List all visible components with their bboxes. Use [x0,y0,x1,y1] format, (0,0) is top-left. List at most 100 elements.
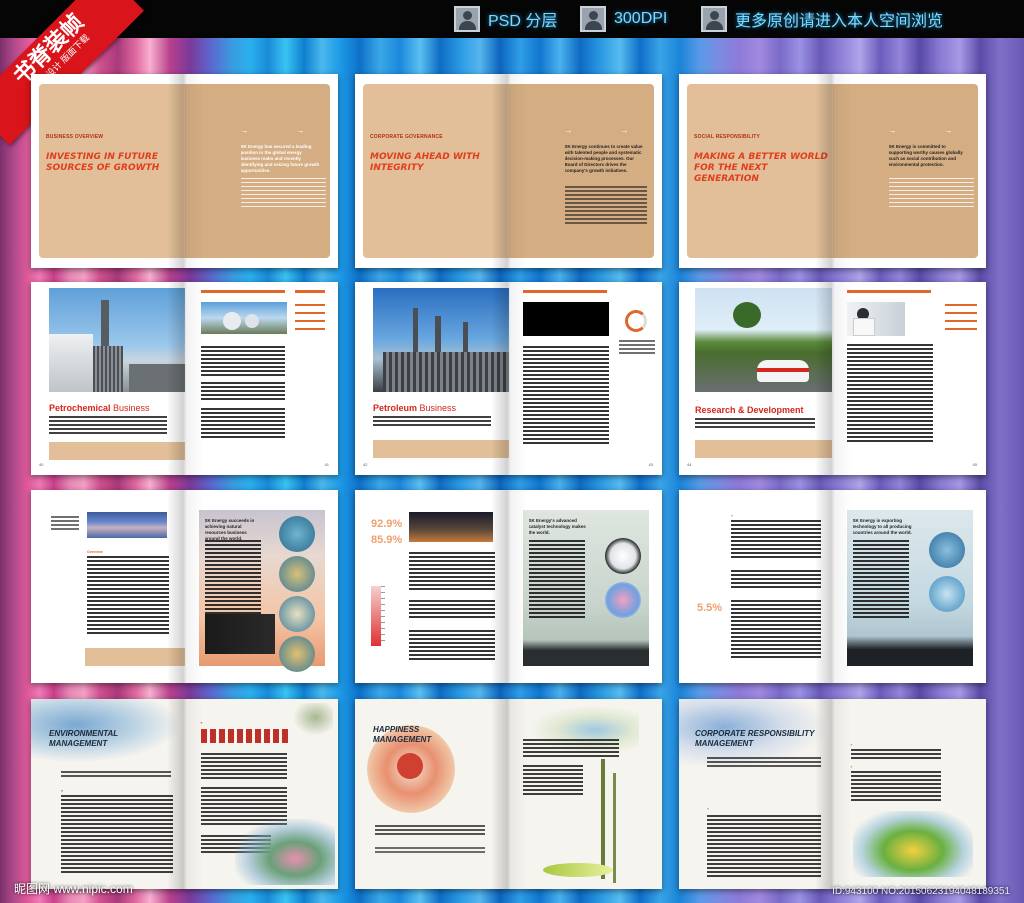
left-page: » 5.5% [679,490,833,683]
spread-corporate-governance[interactable]: CORPORATE GOVERNANCE MOVING AHEAD WITH I… [355,74,662,268]
info-item-psd: PSD 分层 [454,4,557,34]
catalyst-panel: SK Energy's advanced catalyst technology… [522,510,649,666]
right-page: → → SK Energy continues to create value … [508,74,663,268]
tan-footer-bar [695,440,832,458]
spread-research-development[interactable]: → Research & Development 44 45 [679,282,986,475]
branch-illustration [288,703,333,739]
arrow-icon: → [944,126,953,135]
right-page [509,699,663,889]
spread-social-responsibility[interactable]: SOCIAL RESPONSIBILITY MAKING A BETTER WO… [679,74,986,268]
info-item-more[interactable]: 更多原创请进入本人空间浏览 [701,4,943,34]
kicker: SOCIAL RESPONSIBILITY [694,134,761,140]
right-page: SK Energy is exporting technology to all… [833,490,987,683]
kicker: CORPORATE GOVERNANCE [370,134,443,140]
subheading: » [200,721,203,725]
black-image-box [522,302,609,336]
top-info-bar: PSD 分层 300DPI 更多原创请进入本人空间浏览 [0,0,1024,38]
donut-chart-icon [624,310,647,332]
night-city-photo [409,512,493,542]
rig-silhouette [204,614,275,654]
arrow-icon: → [695,398,699,402]
spread-petroleum[interactable]: → Petroleum Business 42 43 [355,282,662,475]
left-page: → Research & Development 44 [679,282,833,475]
info-label: 300DPI [614,10,668,27]
arrow-icon: → [373,398,377,402]
right-page: » [185,699,339,889]
fan-icon [397,753,423,779]
map-circle [278,516,315,552]
map-circle [278,636,315,672]
subheading: » [61,789,63,793]
leaf-illustration [542,863,613,877]
arrow-icon: → [620,126,629,135]
spread-petrochemical[interactable]: → Petrochemical Business 40 41 [31,282,338,475]
lead-text: SK Energy succeeds in achieving natural … [204,518,255,541]
spread-catalyst-technology[interactable]: 92.9% 85.9% SK Energy's advanced catalys… [355,490,662,683]
spread-technology-export[interactable]: » 5.5% SK Energy is exporting technology… [679,490,986,683]
refinery-photo [373,288,509,392]
page-number: 42 [363,462,368,467]
section-title: Petroleum Business [373,403,457,413]
lead-text: SK Energy continues to create value with… [564,144,643,173]
tan-footer-bar [49,442,185,460]
right-page: 43 [509,282,663,475]
left-page: CORPORATE RESPONSIBILITY MANAGEMENT » [679,699,833,889]
section-title: Research & Development [695,405,804,415]
headline: ENVIRONMENTAL MANAGEMENT [49,729,119,748]
data-table [200,729,289,743]
lead-text: SK Energy is exporting technology to all… [852,518,912,535]
right-page: SK Energy's advanced catalyst technology… [509,490,663,683]
right-page: → → SK Energy has secured a leading posi… [184,74,339,268]
lead-text: SK Energy's advanced catalyst technology… [528,518,586,535]
arrow-icon: → [240,126,249,135]
info-label: PSD 分层 [488,13,558,30]
map-circle [278,596,315,632]
user-avatar-icon [454,6,480,32]
globe-circle [928,532,965,568]
arrow-icon: → [49,398,53,402]
coast-photo [87,512,167,538]
skyline-silhouette [522,640,649,666]
skyline-silhouette [846,636,973,666]
tan-footer-bar [373,440,509,458]
headline: MAKING A BETTER WORLD FOR THE NEXT GENER… [694,152,828,184]
section-title: Petrochemical Business [49,403,150,413]
left-page: Overview [31,490,185,683]
stat-value: 92.9% [371,518,403,530]
left-page: ENVIRONMENTAL MANAGEMENT » [31,699,185,889]
export-panel: SK Energy is exporting technology to all… [846,510,973,666]
lab-photo [846,302,905,336]
page-number: 45 [972,462,977,467]
kicker: BUSINESS OVERVIEW [46,134,104,140]
spread-business-overview[interactable]: BUSINESS OVERVIEW INVESTING IN FUTURE SO… [31,74,338,268]
headline: INVESTING IN FUTURE SOURCES OF GROWTH [46,152,160,173]
oil-rig-panel: SK Energy succeeds in achieving natural … [198,510,325,672]
flower-field-illustration [852,811,973,877]
subheading: Overview [87,550,103,554]
page-number: 43 [648,462,653,467]
left-page: CORPORATE GOVERNANCE MOVING AHEAD WITH I… [355,74,509,268]
right-page: SK Energy succeeds in achieving natural … [185,490,339,683]
spread-happiness-management[interactable]: HAPPINESS MANAGEMENT [355,699,662,889]
lead-text: SK Energy is committed to supporting wor… [888,144,963,167]
subheading: » [850,743,853,747]
map-circle [278,556,315,592]
left-page: BUSINESS OVERVIEW INVESTING IN FUTURE SO… [31,74,185,268]
stat-value: 5.5% [697,602,723,614]
spread-natural-resources[interactable]: Overview SK Energy succeeds in achieving… [31,490,338,683]
page-number: 40 [39,462,44,467]
arrow-icon: → [296,126,305,135]
tank-photo [200,302,287,334]
spread-environmental-management[interactable]: ENVIRONMENTAL MANAGEMENT » » [31,699,338,889]
refinery-photo [49,288,185,392]
subheading: » [731,514,733,518]
lead-text: SK Energy has secured a leading position… [240,144,320,173]
spread-corporate-responsibility-management[interactable]: CORPORATE RESPONSIBILITY MANAGEMENT » » … [679,699,986,889]
globe-circle [928,576,965,612]
lotus-illustration [234,819,335,885]
headline: HAPPINESS MANAGEMENT [373,725,432,744]
stat-value: 85.9% [371,534,403,546]
page-number: 41 [324,462,329,467]
tan-footer-bar [85,648,185,666]
info-label[interactable]: 更多原创请进入本人空间浏览 [735,7,943,31]
